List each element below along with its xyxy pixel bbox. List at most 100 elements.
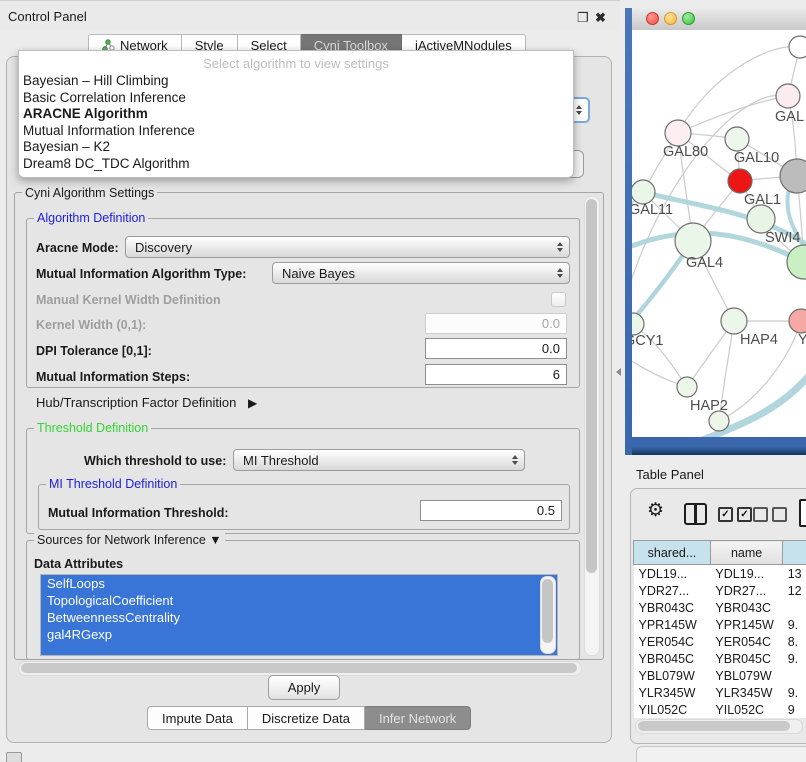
bottom-tab-infer-network[interactable]: Infer Network [365,706,471,730]
network-node-unnamed[interactable] [780,159,806,193]
network-node-hap4[interactable] [721,308,747,334]
aracne-mode-label: Aracne Mode: [36,241,119,255]
network-node-gal10[interactable] [725,127,749,151]
algorithm-definition-title: Algorithm Definition [34,211,148,225]
attribute-item-topologicalcoefficient[interactable]: TopologicalCoefficient [41,592,557,609]
table-cell: YBR045C [710,650,782,667]
settings-horizontal-scrollbar[interactable] [18,661,582,676]
table-horizontal-scrollbar[interactable] [635,719,803,734]
float-panel-icon[interactable]: ❐ [577,10,589,26]
attributes-scrollbar[interactable] [540,576,556,654]
which-threshold-combobox[interactable]: MI Threshold [233,449,525,471]
attributes-scrollbar-thumb[interactable] [542,579,553,643]
attribute-item-partial[interactable] [41,643,557,656]
table-row[interactable]: YDL19...YDL19...13 [634,565,806,583]
network-node-unnamed[interactable] [709,411,729,431]
kernel-width-input[interactable]: 0.0 [425,313,567,334]
control-panel-title: Control Panel [8,9,87,24]
deselect-all-checks-icon[interactable] [753,507,787,522]
spinner-arrows-icon [576,105,582,115]
hub-section-label: Hub/Transcription Factor Definition [36,395,236,410]
apply-button[interactable]: Apply [268,675,340,700]
node-label-gal: GAL [775,109,804,125]
zoom-window-icon[interactable] [682,12,695,25]
dropdown-item-bayesian-k2[interactable]: Bayesian – K2 [19,139,573,156]
network-node-gal80[interactable] [665,120,691,146]
table-row[interactable]: YLR345WYLR345W9. [634,684,806,701]
network-graph[interactable]: GALGAL80GAL10GAL1GAL11SWI4GAL4GCY1HAP4YH… [632,30,806,437]
network-node-swi4[interactable] [747,205,775,233]
bottom-tab-impute-data[interactable]: Impute Data [147,706,248,730]
manual-kernel-checkbox[interactable] [551,292,566,307]
network-node-gal1[interactable] [728,169,752,193]
settings-vertical-scrollbar[interactable] [584,196,600,656]
aracne-mode-combobox[interactable]: Discovery [125,236,570,258]
column-header-shared[interactable]: shared... [634,541,711,565]
algorithm-dropdown-popup: Select algorithm to view settings Bayesi… [18,50,574,178]
node-label-gal10: GAL10 [734,150,779,166]
table-cell [783,599,806,616]
minimize-window-icon[interactable] [664,12,677,25]
dropdown-item-mutual-information-inference[interactable]: Mutual Information Inference [19,123,573,140]
column-header-blank[interactable] [783,541,806,565]
close-window-icon[interactable] [646,12,659,25]
panel-splitter-arrow-icon[interactable] [616,368,621,376]
network-window-bottom-frame [632,437,806,455]
export-table-icon[interactable] [799,499,806,527]
node-label-gal11: GAL11 [632,202,673,218]
mi-type-value: Naive Bayes [282,266,355,281]
dpi-tolerance-input[interactable]: 0.0 [425,338,567,359]
network-view-window: GALGAL80GAL10GAL1GAL11SWI4GAL4GCY1HAP4YH… [625,8,806,455]
expander-right-icon[interactable]: ▶ [248,396,257,410]
table-row[interactable]: YBL079WYBL079W [634,667,806,684]
network-node-gal11[interactable] [632,180,655,204]
columns-icon[interactable] [684,503,707,525]
settings-scrollbar-thumb[interactable] [586,199,597,573]
table-cell: YBR043C [710,599,782,616]
select-all-checks-icon[interactable]: ✓✓ [718,507,752,522]
table-row[interactable]: YIL052CYIL052C9 [634,701,806,718]
mi-type-combobox[interactable]: Naive Bayes [272,262,570,284]
hub-section-row[interactable]: Hub/Transcription Factor Definition ▶ [36,395,257,410]
attribute-item-selfloops[interactable]: SelfLoops [41,575,557,592]
table-row[interactable]: YDR27...YDR27...12 [634,582,806,599]
network-node-gal[interactable] [776,84,800,108]
data-attributes-list: SelfLoopsTopologicalCoefficientBetweenne… [40,574,558,656]
table-cell: YDR27... [710,582,782,599]
table-cell: 9. [783,616,806,633]
network-window-titlebar[interactable] [632,8,806,31]
close-panel-icon[interactable]: ✖ [595,10,606,26]
network-node-gal4[interactable] [675,223,711,259]
table-cell: 13 [783,565,806,583]
table-hscrollbar-thumb[interactable] [638,721,790,731]
dropdown-item-basic-correlation-inference[interactable]: Basic Correlation Inference [19,90,573,107]
spinner-arrows-icon [557,242,563,252]
attribute-item-gal4rgexp[interactable]: gal4RGexp [41,626,557,643]
settings-hscrollbar-thumb[interactable] [21,663,577,673]
bottom-tab-discretize-data[interactable]: Discretize Data [248,706,365,730]
table-row[interactable]: YBR045CYBR045C9. [634,650,806,667]
dropdown-item-aracne-algorithm[interactable]: ARACNE Algorithm [19,106,573,123]
control-panel-titlebar: Control Panel ❐ ✖ [0,0,620,31]
mi-threshold-input[interactable]: 0.5 [420,500,562,521]
attribute-item-betweennesscentrality[interactable]: BetweennessCentrality [41,609,557,626]
gear-icon[interactable]: ⚙ [647,500,664,522]
dropdown-item-bayesian-hill-climbing[interactable]: Bayesian – Hill Climbing [19,73,573,90]
mi-steps-input[interactable]: 6 [425,364,567,385]
column-header-name[interactable]: name [710,541,782,565]
table-row[interactable]: YBR043CYBR043C [634,599,806,616]
table-cell: 9. [783,650,806,667]
dpi-tolerance-label: DPI Tolerance [0,1]: [36,344,152,358]
table-row[interactable]: YPR145WYPR145W9. [634,616,806,633]
network-node-hap2[interactable] [677,377,697,397]
table-cell: YPR145W [710,616,782,633]
network-node-unnamed[interactable] [789,36,806,58]
node-label-gal4: GAL4 [686,255,723,271]
table-row[interactable]: YER054CYER054C8. [634,633,806,650]
network-node-y[interactable] [789,309,806,333]
dropdown-item-dream8-dc-tdc-algorithm[interactable]: Dream8 DC_TDC Algorithm [19,156,573,173]
data-attributes-label: Data Attributes [34,557,123,571]
window-corner-icon[interactable] [6,752,22,762]
apply-button-label: Apply [288,680,321,695]
sources-group-title[interactable]: Sources for Network Inference ▼ [34,533,225,547]
